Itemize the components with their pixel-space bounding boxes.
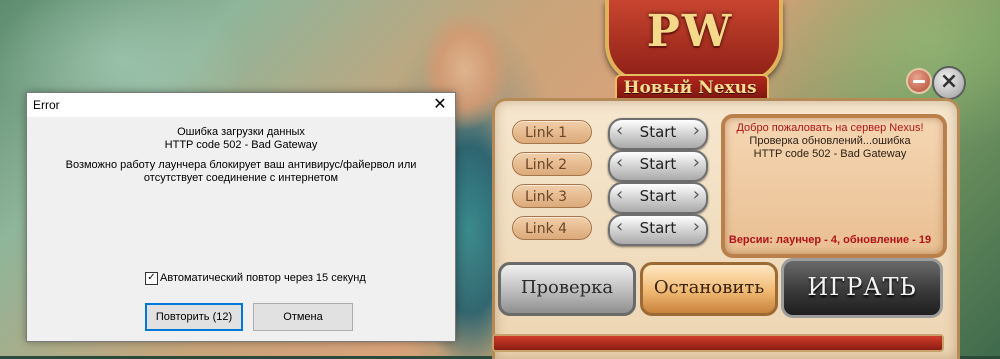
link-3-start-button[interactable]: Start	[608, 182, 708, 214]
retry-button[interactable]: Повторить (12)	[145, 303, 243, 331]
link-2-label[interactable]: Link 2	[512, 152, 592, 176]
link-4-label[interactable]: Link 4	[512, 216, 592, 240]
error-dialog: Error ✕ Ошибка загрузки данных HTTP code…	[26, 92, 456, 342]
minimize-button[interactable]	[906, 68, 932, 94]
link-row-1: Link 1 Start	[512, 118, 708, 150]
check-button[interactable]: Проверка	[498, 262, 636, 316]
cancel-button[interactable]: Отмена	[253, 303, 353, 331]
dialog-titlebar[interactable]: Error ✕	[27, 93, 455, 117]
news-status: Проверка обновлений...ошибка	[749, 135, 911, 147]
link-4-start-button[interactable]: Start	[608, 214, 708, 246]
error-message-code: HTTP code 502 - Bad Gateway	[164, 139, 318, 151]
close-button[interactable]: ×	[932, 66, 966, 100]
dialog-title: Error	[33, 98, 60, 112]
logo-title: PW	[646, 6, 734, 57]
play-button[interactable]: ИГРАТЬ	[781, 258, 943, 318]
news-welcome: Добро пожаловать на сервер Nexus!	[736, 122, 924, 134]
dialog-close-icon[interactable]: ✕	[425, 93, 455, 117]
version-info: Версии: лаунчер - 4, обновление - 19	[728, 234, 932, 246]
error-message-title: Ошибка загрузки данных	[177, 126, 305, 138]
progress-bar	[492, 334, 944, 352]
game-logo: PW Новый Nexus	[585, 0, 795, 108]
news-text: Добро пожаловать на сервер Nexus! Провер…	[726, 122, 934, 161]
link-row-4: Link 4 Start	[512, 214, 708, 246]
progress-fill	[494, 336, 942, 350]
auto-retry-checkbox[interactable]: ✓	[145, 272, 158, 285]
link-1-label[interactable]: Link 1	[512, 120, 592, 144]
news-http: HTTP code 502 - Bad Gateway	[753, 148, 907, 160]
auto-retry-label: Автоматический повтор через 15 секунд	[160, 272, 366, 284]
link-3-label[interactable]: Link 3	[512, 184, 592, 208]
link-1-start-button[interactable]: Start	[608, 118, 708, 150]
link-2-start-button[interactable]: Start	[608, 150, 708, 182]
stop-button[interactable]: Остановить	[640, 262, 778, 316]
error-message-hint: Возможно работу лаунчера блокирует ваш а…	[65, 159, 417, 184]
logo-subtitle: Новый Nexus	[623, 78, 757, 98]
link-row-2: Link 2 Start	[512, 150, 708, 182]
close-icon: ×	[939, 69, 959, 94]
link-row-3: Link 3 Start	[512, 182, 708, 214]
